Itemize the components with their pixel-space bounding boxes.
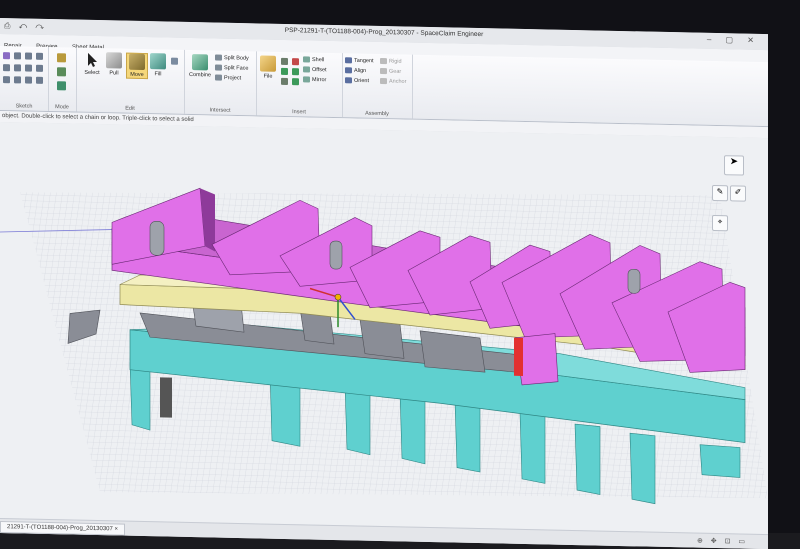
select-label: Select — [84, 69, 100, 77]
group-label-sketch: Sketch — [15, 103, 33, 110]
insert-point-icon[interactable] — [292, 58, 299, 66]
section-mode-icon[interactable] — [57, 67, 66, 77]
combine-label: Combine — [188, 71, 211, 79]
combine-button[interactable]: Combine — [188, 54, 212, 79]
rigid-button[interactable]: Rigid — [380, 57, 402, 65]
model-canvas[interactable] — [0, 122, 768, 534]
edit-extra-icon[interactable] — [171, 57, 178, 65]
tangent-button[interactable]: Tangent — [345, 57, 374, 64]
sketch-tangent-icon[interactable] — [25, 52, 32, 60]
align-button[interactable]: Align — [345, 67, 366, 74]
snap-icon: ⌖ — [717, 217, 723, 227]
combine-icon — [192, 54, 208, 71]
insert-cylinder-icon[interactable] — [292, 68, 299, 76]
sketch-rect-icon[interactable] — [3, 64, 10, 72]
select-tool-button[interactable]: ➤ — [724, 155, 744, 176]
gear-button[interactable]: Gear — [380, 67, 401, 75]
shell-button[interactable]: Shell — [303, 56, 324, 63]
brush-icon: ✐ — [734, 187, 742, 197]
group-label-insert: Insert — [292, 109, 306, 116]
move-label: Move — [130, 71, 144, 79]
group-edit: Select Pull Move Fill Edit — [76, 47, 185, 114]
pull-label: Pull — [109, 70, 119, 77]
sketch-mode-icon[interactable] — [57, 53, 66, 63]
insert-axis-icon[interactable] — [281, 67, 288, 76]
sketch-point-icon[interactable] — [25, 64, 32, 72]
snap-tool-button[interactable]: ⌖ — [712, 214, 728, 232]
insert-plane-icon[interactable] — [281, 57, 288, 66]
split-face-button[interactable]: Split Face — [215, 64, 248, 72]
select-icon — [84, 52, 100, 68]
fill-icon — [150, 53, 166, 70]
view-tools[interactable]: ⊕ ✥ ⊡ ▭ — [697, 537, 748, 546]
split-body-button[interactable]: Split Body — [215, 54, 249, 62]
group-intersect: Combine Split Body Split Face Project In… — [184, 49, 257, 116]
fill-button[interactable]: Fill — [148, 53, 168, 77]
anchor-button[interactable]: Anchor — [380, 77, 406, 85]
file-icon — [260, 55, 276, 72]
brush-tool-button[interactable]: ✐ — [730, 185, 746, 202]
hint-text: object. Double-click to select a chain o… — [2, 113, 194, 124]
3d-viewport[interactable]: ➤ ✎ ✐ ⌖ — [0, 122, 768, 535]
file-label: File — [263, 73, 273, 80]
group-label-mode: Mode — [55, 104, 69, 111]
sketch-ellipse-icon[interactable] — [14, 76, 21, 84]
sketch-line-icon[interactable] — [3, 52, 10, 60]
group-assembly: Tangent Align Orient Rigid Gear Anchor A… — [342, 53, 413, 119]
monitor-bezel: ⎙ ↶ ↷ PSP-21291-T-(TO1188-004)-Prog_2013… — [0, 0, 800, 549]
move-icon — [129, 53, 145, 71]
pull-icon — [106, 52, 122, 69]
application-window: ⎙ ↶ ↷ PSP-21291-T-(TO1188-004)-Prog_2013… — [0, 18, 768, 549]
red-highlight-face[interactable] — [514, 337, 523, 376]
group-mode: Mode — [48, 47, 77, 112]
group-insert: File Shell Offset Mirror Insert — [256, 51, 343, 118]
group-label-edit: Edit — [125, 105, 135, 112]
document-tab[interactable]: 21291-T-(TO1188-004)-Prog_20130307 × — [0, 521, 126, 536]
offset-button[interactable]: Offset — [303, 66, 327, 73]
move-button[interactable]: Move — [126, 52, 148, 80]
file-button[interactable]: File — [258, 55, 278, 80]
pull-button[interactable]: Pull — [104, 52, 124, 76]
insert-origin-icon[interactable] — [281, 77, 288, 86]
group-sketch: Sketch — [0, 46, 49, 112]
window-controls[interactable]: – ▢ ✕ — [707, 35, 760, 45]
sketch-offset-icon[interactable] — [25, 76, 32, 84]
pen-tool-button[interactable]: ✎ — [712, 184, 728, 202]
mirror-button[interactable]: Mirror — [303, 76, 326, 83]
sketch-spline-icon[interactable] — [3, 76, 10, 84]
sketch-polygon-icon[interactable] — [36, 76, 43, 84]
sketch-circle-icon[interactable] — [14, 64, 21, 72]
group-label-intersect: Intersect — [209, 107, 231, 114]
sketch-fillet-icon[interactable] — [36, 64, 43, 72]
pen-icon: ✎ — [716, 187, 724, 197]
fill-label: Fill — [154, 71, 162, 78]
select-button[interactable]: Select — [82, 52, 102, 76]
orient-button[interactable]: Orient — [345, 77, 369, 84]
sketch-trim-icon[interactable] — [36, 52, 43, 60]
project-button[interactable]: Project — [215, 74, 241, 82]
group-label-assembly: Assembly — [365, 110, 389, 118]
insert-sphere-icon[interactable] — [292, 78, 299, 86]
sketch-arc-icon[interactable] — [14, 52, 21, 60]
3d-mode-icon[interactable] — [57, 81, 66, 91]
cursor-arrow-icon: ➤ — [729, 156, 739, 168]
